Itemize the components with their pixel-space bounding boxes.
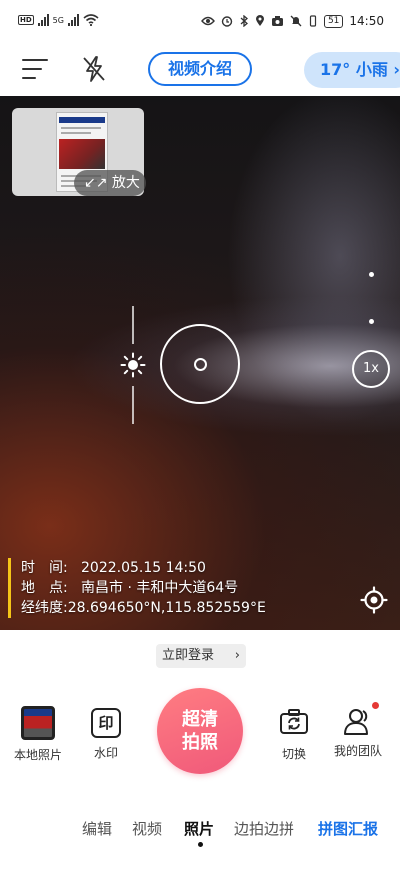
zoom-level-button[interactable]: 1x [352,350,390,388]
switch-camera-icon [280,709,308,734]
location-icon [255,15,264,26]
shutter-label-line1: 超清 [182,709,218,730]
wifi-icon [83,14,99,26]
my-team-label: 我的团队 [333,744,382,758]
tab-collage-report[interactable]: 拼图汇报 [318,818,378,839]
shutter-label-line2: 拍照 [182,732,218,753]
team-icon [343,702,379,736]
locate-icon[interactable] [360,586,388,614]
zoom-in-button[interactable]: ↙↗ 放大 [74,170,146,196]
signal-icon-2 [67,14,79,26]
preview-thumbnail[interactable]: ↙↗ 放大 [12,108,146,196]
hd-badge: HD [18,15,34,25]
shutter-button[interactable]: 超清 拍照 [157,688,243,774]
tab-video[interactable]: 视频 [132,818,162,839]
switch-camera-label: 切换 [281,747,306,761]
watermark-coord-value: 28.694650°N,115.852559°E [67,600,266,616]
local-album-button[interactable]: 本地照片 [10,706,66,763]
local-album-label: 本地照片 [13,748,62,762]
watermark-place-label: 地 点: [21,580,68,596]
battery-level: 51 [323,14,344,28]
bottom-controls: 立即登录 › 本地照片 印 水印 超清 拍照 切换 我的团队 编辑 视频 照片 … [0,630,400,888]
login-label: 立即登录 [162,648,215,663]
photo-watermark[interactable]: 时 间: 2022.05.15 14:50 地 点: 南昌市 · 丰和中大道64号 … [8,558,266,618]
mute-icon [290,15,302,27]
watermark-coord-row: 经纬度:28.694650°N,115.852559°E [21,598,266,618]
top-toolbar: 视频介绍 17° 小雨 › [0,44,400,96]
switch-camera-button[interactable]: 切换 [270,708,318,762]
alarm-icon [221,16,233,27]
tab-photo[interactable]: 照片 [184,818,214,839]
signal-icon [37,14,49,26]
flash-off-icon[interactable] [80,54,108,84]
focus-center-dot [194,358,207,371]
video-intro-button[interactable]: 视频介绍 [148,52,252,86]
menu-icon[interactable] [22,58,48,80]
my-team-button[interactable]: 我的团队 [328,702,388,759]
stamp-icon: 印 [91,708,121,738]
notification-badge [372,702,379,709]
camera-viewfinder[interactable]: ↙↗ 放大 1x 时 间: 2022.05.15 14:50 地 点: 南昌市 · … [0,96,400,630]
login-button[interactable]: 立即登录 › [156,644,246,668]
status-bar: HD 5G 51 14:50 [0,0,400,44]
exposure-slider-top[interactable] [132,306,134,344]
bluetooth-icon [240,15,248,27]
focus-ring[interactable] [160,324,240,404]
weather-button[interactable]: 17° 小雨 › [304,52,400,88]
mode-tabs: 编辑 视频 照片 边拍边拼 拼图汇报 [0,818,400,842]
watermark-coord-label: 经纬度: [21,600,68,616]
vibrate-icon [309,15,317,27]
watermark-place-row: 地 点: 南昌市 · 丰和中大道64号 [21,578,266,598]
exposure-slider-bottom[interactable] [132,386,134,424]
watermark-time-label: 时 间: [21,560,68,576]
exposure-sun-icon[interactable] [120,352,146,378]
eye-icon [201,16,215,26]
chevron-right-icon: › [234,648,240,663]
watermark-time-value: 2022.05.15 14:50 [81,560,206,576]
status-left: HD 5G [18,14,99,26]
zoom-dot-top[interactable] [369,272,374,277]
album-icon [21,706,55,740]
camera-status-icon [271,16,283,26]
status-right: 51 14:50 [201,14,384,28]
tab-edit[interactable]: 编辑 [82,818,112,839]
active-tab-indicator [198,842,203,847]
watermark-label: 水印 [93,746,118,760]
watermark-place-value: 南昌市 · 丰和中大道64号 [81,580,239,596]
clock: 14:50 [349,14,384,28]
watermark-time-row: 时 间: 2022.05.15 14:50 [21,558,266,578]
watermark-button[interactable]: 印 水印 [82,708,130,761]
zoom-dot-middle[interactable] [369,319,374,324]
network-5g-label: 5G [52,15,64,25]
tab-side-shoot[interactable]: 边拍边拼 [234,818,294,839]
